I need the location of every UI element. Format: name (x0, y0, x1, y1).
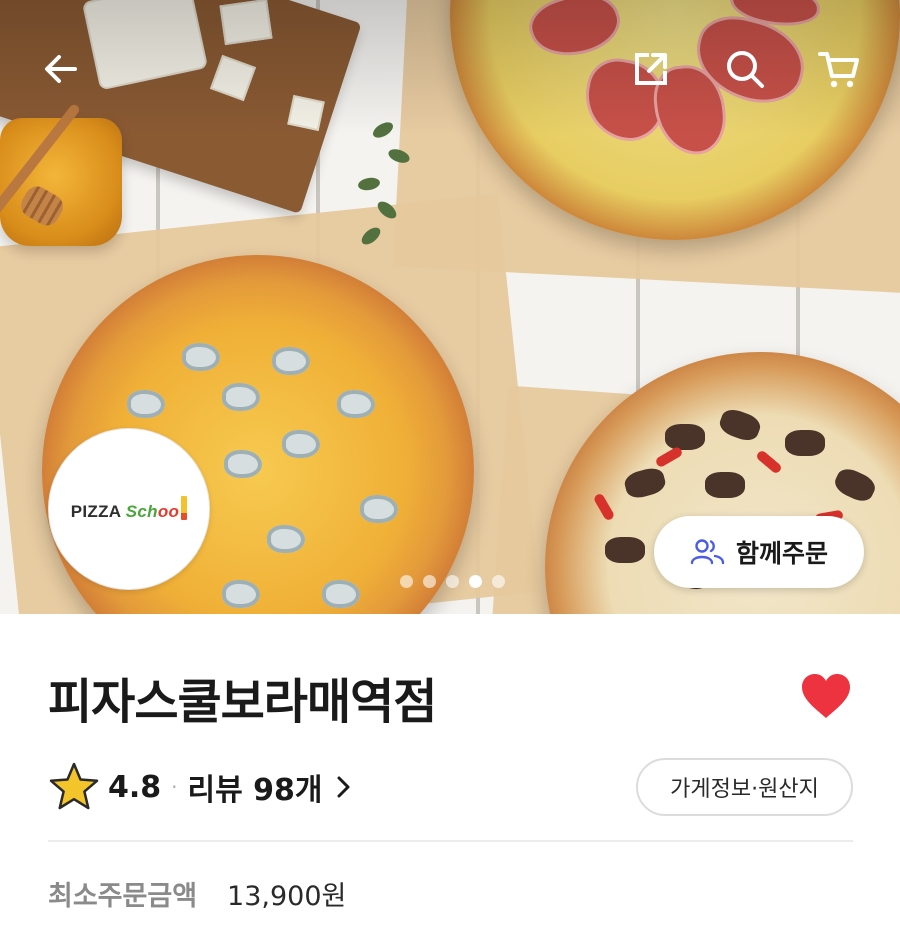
hero-image: PIZZA Schoo 함께주문 (0, 0, 900, 614)
divider (48, 840, 853, 842)
carousel-dot (423, 575, 436, 588)
back-button[interactable] (36, 44, 86, 94)
back-arrow-icon (45, 55, 77, 83)
logo-school-oo: oo (157, 502, 180, 521)
star-icon (49, 762, 99, 810)
carousel-dot (469, 575, 482, 588)
cart-button[interactable] (814, 44, 864, 94)
group-order-button[interactable]: 함께주문 (654, 516, 864, 588)
favorite-button[interactable] (800, 672, 852, 720)
reviews-link[interactable]: 리뷰 98개 (188, 765, 355, 809)
reviews-label: 리뷰 98개 (187, 773, 323, 808)
carousel-indicator (400, 575, 505, 588)
people-icon (690, 539, 725, 565)
rating-value: 4.8 (108, 769, 162, 805)
carousel-dot (400, 575, 413, 588)
carousel-dot (492, 575, 505, 588)
share-icon (635, 53, 667, 85)
min-order-row: 최소주문금액 13,900원 (48, 874, 346, 913)
search-button[interactable] (720, 44, 770, 94)
min-order-label: 최소주문금액 (48, 881, 198, 912)
cart-icon (818, 52, 859, 88)
rating-row: 4.8 · 리뷰 98개 (48, 760, 355, 814)
store-info-button[interactable]: 가게정보·원산지 (636, 758, 853, 816)
separator: · (171, 775, 178, 799)
pencil-icon (181, 496, 188, 520)
heart-icon (802, 674, 850, 718)
group-order-label: 함께주문 (735, 539, 828, 568)
logo-school-prefix: Sch (125, 502, 158, 521)
min-order-value: 13,900원 (227, 881, 347, 912)
chevron-right-icon (337, 776, 350, 798)
store-name: 피자스쿨보라매역점 (48, 674, 437, 730)
carousel-dot (446, 575, 459, 588)
store-logo: PIZZA Schoo (48, 428, 210, 590)
search-icon (727, 51, 764, 88)
logo-brand-word: PIZZA (70, 502, 121, 521)
share-button[interactable] (626, 44, 676, 94)
